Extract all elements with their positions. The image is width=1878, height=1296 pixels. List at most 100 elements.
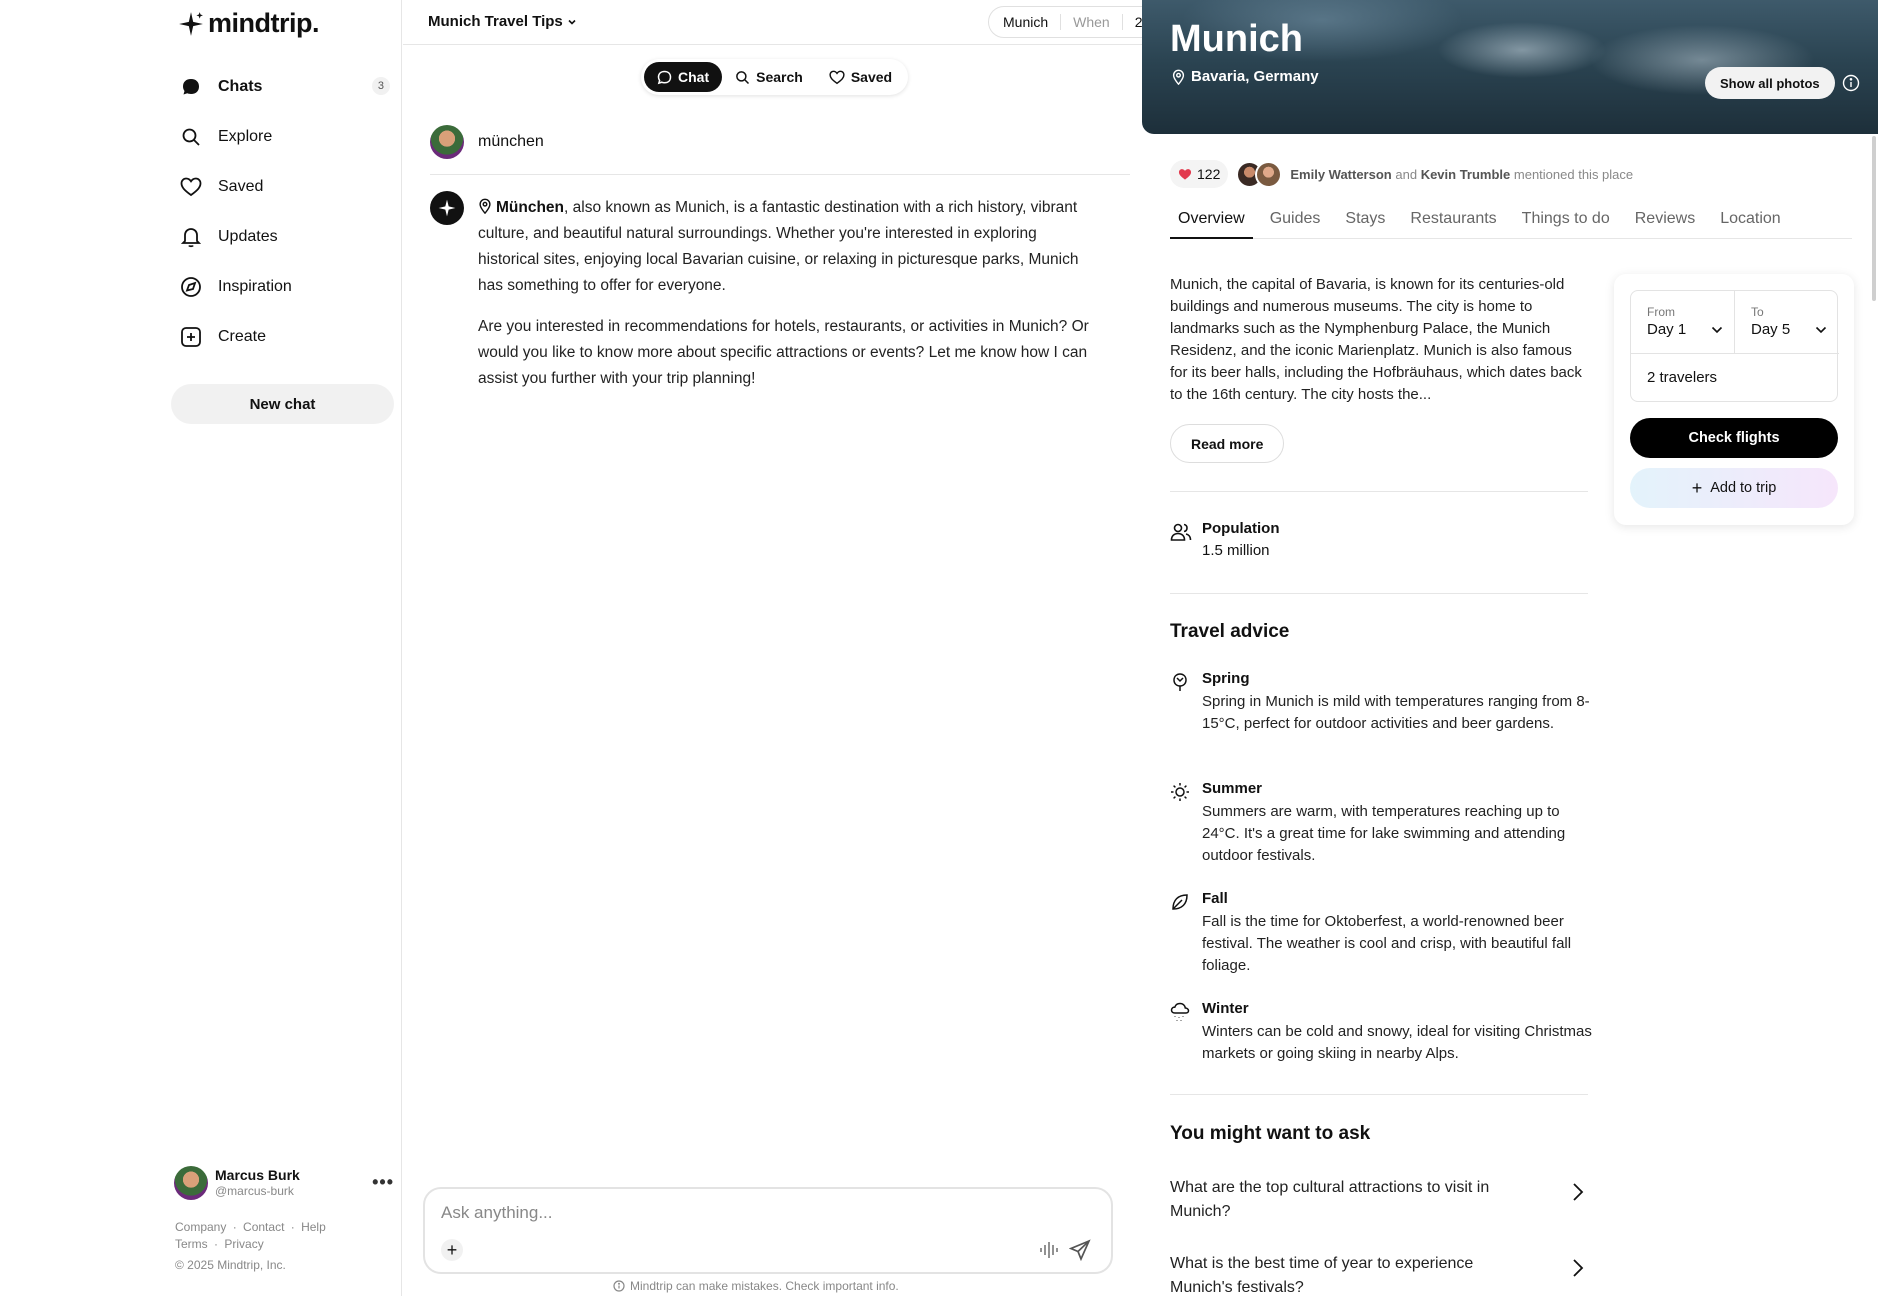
trip-title: Munich Travel Tips <box>428 13 563 30</box>
avatar <box>174 1166 208 1200</box>
mention-avatars <box>1236 160 1283 188</box>
suggested-question-text: What are the top cultural attractions to… <box>1170 1179 1490 1220</box>
sidebar-item-label: Create <box>218 328 267 345</box>
people-icon <box>1170 523 1192 541</box>
chip-destination[interactable]: Munich <box>1003 14 1062 30</box>
user-message: münchen <box>430 125 1130 175</box>
mention-user-1[interactable]: Emily Watterson <box>1290 167 1391 182</box>
link-company[interactable]: Company <box>175 1220 226 1234</box>
heart-filled-icon <box>1178 168 1192 180</box>
sidebar-item-create[interactable]: Create <box>172 312 394 362</box>
assistant-avatar-icon <box>430 191 464 225</box>
sidebar-item-label: Updates <box>218 228 278 245</box>
link-help[interactable]: Help <box>301 1220 326 1234</box>
place-link[interactable]: München <box>496 199 564 216</box>
add-to-trip-label: Add to trip <box>1710 480 1777 496</box>
plus-icon: + <box>1691 478 1703 498</box>
population-label: Population <box>1202 520 1280 537</box>
to-date-select[interactable]: To Day 5 <box>1735 291 1839 353</box>
more-options-icon[interactable]: ••• <box>372 1172 394 1193</box>
hero-image: Munich Bavaria, Germany Show all photos <box>1142 0 1878 134</box>
season-text: Winters can be cold and snowy, ideal for… <box>1202 1023 1592 1062</box>
tab-saved[interactable]: Saved <box>816 62 905 92</box>
send-icon[interactable] <box>1069 1239 1091 1261</box>
tab-stays[interactable]: Stays <box>1337 206 1393 239</box>
attach-plus-button[interactable]: + <box>441 1239 463 1261</box>
separator: · <box>290 1220 295 1234</box>
divider <box>1170 593 1588 594</box>
tab-search[interactable]: Search <box>722 62 816 92</box>
tab-reviews[interactable]: Reviews <box>1627 206 1703 239</box>
chat-bubble-icon <box>180 76 202 98</box>
tab-overview[interactable]: Overview <box>1170 206 1253 239</box>
link-terms[interactable]: Terms <box>175 1237 208 1251</box>
to-label: To <box>1751 305 1764 319</box>
from-label: From <box>1647 305 1675 319</box>
season-name: Spring <box>1202 670 1250 687</box>
sun-icon <box>1171 783 1189 801</box>
sidebar-item-inspiration[interactable]: Inspiration <box>172 262 394 312</box>
link-contact[interactable]: Contact <box>243 1220 284 1234</box>
map-pin-icon <box>1172 69 1185 85</box>
chip-when[interactable]: When <box>1073 14 1123 30</box>
avatar <box>430 125 464 159</box>
mention-user-2[interactable]: Kevin Trumble <box>1421 167 1511 182</box>
info-icon <box>613 1280 625 1292</box>
tab-things-to-do[interactable]: Things to do <box>1514 206 1618 239</box>
suggested-question[interactable]: What is the best time of year to experie… <box>1170 1252 1588 1296</box>
new-chat-button[interactable]: New chat <box>171 384 394 424</box>
bell-icon <box>180 226 202 248</box>
from-date-select[interactable]: From Day 1 <box>1631 291 1735 353</box>
place-location: Bavaria, Germany <box>1172 68 1319 85</box>
flower-icon <box>1173 673 1187 691</box>
sidebar-item-updates[interactable]: Updates <box>172 212 394 262</box>
separator: · <box>232 1220 237 1234</box>
divider <box>1170 1094 1588 1095</box>
user-profile[interactable]: Marcus Burk @marcus-burk ••• <box>174 1164 394 1200</box>
sidebar-item-chats[interactable]: Chats 3 <box>172 62 394 112</box>
show-all-photos-button[interactable]: Show all photos <box>1705 67 1835 99</box>
logo-text: mindtrip. <box>208 8 320 38</box>
chevron-down-icon <box>1815 326 1827 333</box>
trip-dates: From Day 1 To Day 5 2 travelers <box>1630 290 1839 403</box>
link-privacy[interactable]: Privacy <box>224 1237 263 1251</box>
add-to-trip-button[interactable]: + Add to trip <box>1630 468 1838 508</box>
sidebar-item-label: Chats <box>218 78 263 95</box>
heart-icon <box>180 176 202 198</box>
suggested-question-text: What is the best time of year to experie… <box>1170 1255 1474 1296</box>
voice-waveform-icon[interactable] <box>1039 1241 1059 1259</box>
trip-title-dropdown[interactable]: Munich Travel Tips <box>428 13 577 30</box>
sparkle-logo-icon <box>179 11 203 36</box>
map-pin-icon <box>479 198 491 215</box>
suggested-questions-title: You might want to ask <box>1170 1123 1371 1144</box>
tab-label: Search <box>756 69 803 85</box>
avatar <box>1255 160 1283 188</box>
location-text: Bavaria, Germany <box>1191 68 1319 85</box>
info-icon[interactable] <box>1842 74 1860 92</box>
like-button[interactable]: 122 <box>1170 160 1229 188</box>
like-count: 122 <box>1197 166 1221 182</box>
leaf-icon <box>1172 894 1188 910</box>
travelers-select[interactable]: 2 travelers <box>1631 353 1839 403</box>
sidebar-item-saved[interactable]: Saved <box>172 162 394 212</box>
tab-guides[interactable]: Guides <box>1262 206 1329 239</box>
season-name: Summer <box>1202 780 1263 797</box>
logo[interactable]: mindtrip. <box>178 8 320 39</box>
user-handle: @marcus-burk <box>215 1184 294 1198</box>
tab-location[interactable]: Location <box>1712 206 1789 239</box>
snow-cloud-icon <box>1170 1002 1190 1021</box>
panel-scrollbar[interactable] <box>1872 136 1876 301</box>
read-more-button[interactable]: Read more <box>1170 424 1285 463</box>
suggested-question[interactable]: What are the top cultural attractions to… <box>1170 1176 1588 1236</box>
tab-restaurants[interactable]: Restaurants <box>1402 206 1504 239</box>
chevron-down-icon <box>568 19 576 25</box>
booking-card: From Day 1 To Day 5 2 travelers Check fl… <box>1614 274 1854 525</box>
tab-chat[interactable]: Chat <box>644 62 723 92</box>
chats-count-badge: 3 <box>371 77 390 95</box>
user-name: Marcus Burk <box>215 1167 300 1183</box>
sidebar-item-label: Saved <box>218 178 264 195</box>
check-flights-button[interactable]: Check flights <box>1630 418 1838 458</box>
population-value: 1.5 million <box>1202 542 1270 559</box>
sidebar-item-explore[interactable]: Explore <box>172 112 394 162</box>
message-input[interactable]: Ask anything... <box>441 1203 553 1223</box>
